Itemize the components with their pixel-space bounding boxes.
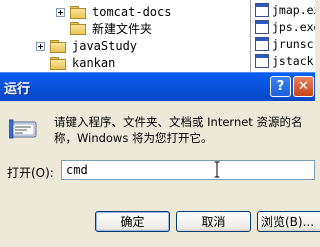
ok-button-label: 确定 <box>120 215 145 229</box>
run-dialog: 运行 ? ✕ 请键入程序、文件夹、文档或 Internet 资源的名 称，Win… <box>0 72 320 247</box>
tree-item-label: tomcat-docs <box>92 5 172 19</box>
tree-item-kankan[interactable]: kankan <box>50 55 115 71</box>
cancel-button-label: 取消 <box>201 215 226 229</box>
help-button[interactable]: ? <box>270 76 291 97</box>
close-button[interactable]: ✕ <box>293 76 314 97</box>
ok-button[interactable]: 确定 <box>95 211 170 232</box>
file-name: jstack. <box>272 54 315 68</box>
executable-icon <box>255 20 269 34</box>
executable-icon <box>255 54 269 68</box>
folder-icon <box>50 40 66 53</box>
open-label: 打开(O): <box>7 166 54 180</box>
executable-icon <box>255 3 269 17</box>
close-icon: ✕ <box>298 79 309 94</box>
expand-icon[interactable] <box>36 41 45 51</box>
text-cursor-icon <box>214 161 220 178</box>
executable-icon <box>255 37 269 51</box>
folder-icon <box>70 6 86 19</box>
file-list: jmap.exe jps.exe jrunscr jstack. <box>250 0 315 78</box>
file-item[interactable]: jmap.exe <box>255 2 315 18</box>
file-name: jmap.exe <box>272 3 315 17</box>
folder-icon <box>50 57 66 70</box>
tree-item-label: javaStudy <box>72 39 138 53</box>
file-item[interactable]: jstack. <box>255 53 315 69</box>
file-name: jps.exe <box>272 20 315 34</box>
browse-button[interactable]: 浏览(B)... <box>257 211 320 232</box>
explorer-window: tomcat-docs 新建文件夹 javaStudy kankan jmap.… <box>0 0 315 78</box>
tree-item-new-folder[interactable]: 新建文件夹 <box>70 20 152 36</box>
run-icon <box>9 119 37 139</box>
tree-item-tomcat-docs[interactable]: tomcat-docs <box>56 4 171 20</box>
cancel-button[interactable]: 取消 <box>176 211 251 232</box>
file-item[interactable]: jrunscr <box>255 36 315 52</box>
tree-item-javastudy[interactable]: javaStudy <box>36 38 137 54</box>
help-icon: ? <box>276 79 285 94</box>
tree-item-label: kankan <box>72 56 116 70</box>
expand-icon[interactable] <box>56 7 65 17</box>
dialog-title: 运行 <box>4 82 31 97</box>
folder-icon <box>70 22 86 35</box>
file-name: jrunscr <box>272 37 315 51</box>
tree-item-label: 新建文件夹 <box>92 21 153 36</box>
command-input[interactable] <box>61 160 315 180</box>
dialog-description: 请键入程序、文件夹、文档或 Internet 资源的名 称，Windows 将为… <box>54 115 303 145</box>
title-bar[interactable]: 运行 ? ✕ <box>0 72 315 101</box>
browse-button-label: 浏览(B)... <box>261 215 315 229</box>
file-item[interactable]: jps.exe <box>255 19 315 35</box>
